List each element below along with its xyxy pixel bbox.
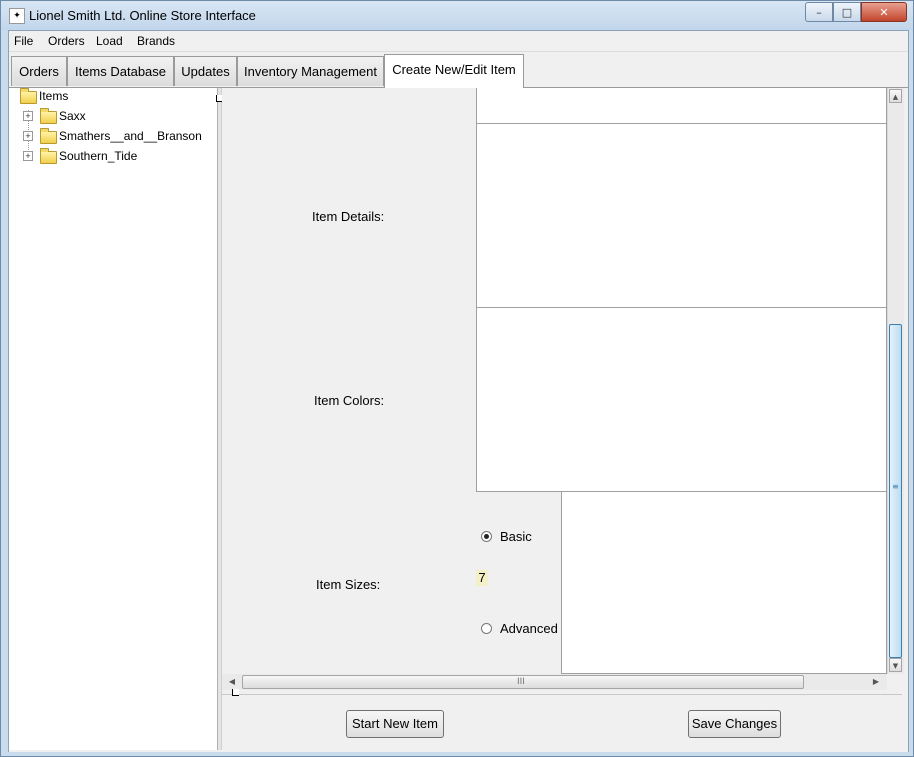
horizontal-splitter-handle[interactable] (232, 689, 239, 696)
menu-orders[interactable]: Orders (48, 34, 85, 48)
tab-inventory-management[interactable]: Inventory Management (237, 56, 384, 86)
horizontal-scroll-thumb[interactable]: III (242, 675, 804, 689)
menu-brands[interactable]: Brands (137, 34, 175, 48)
tree-item-label: Southern_Tide (59, 149, 138, 163)
window-controls: – □ ✕ (805, 2, 907, 22)
item-details-label: Item Details: (312, 209, 385, 224)
tab-items-database[interactable]: Items Database (67, 56, 174, 86)
tab-updates[interactable]: Updates (174, 56, 237, 86)
vertical-scroll-thumb[interactable]: ≡ (889, 324, 902, 658)
scroll-grip-icon: III (517, 677, 525, 687)
tab-create-edit-item[interactable]: Create New/Edit Item (384, 54, 524, 88)
app-window: ✦ Lionel Smith Ltd. Online Store Interfa… (0, 0, 914, 757)
tree-root-label: Items (39, 89, 69, 103)
size-mode-advanced-label[interactable]: Advanced (500, 621, 558, 636)
minimize-button[interactable]: – (805, 2, 833, 22)
form-vertical-scrollbar[interactable]: ▲ ≡ ▼ (887, 88, 904, 674)
folder-icon (40, 128, 57, 144)
form-horizontal-scrollbar[interactable]: ◀ III ▶ (222, 674, 887, 690)
scroll-down-arrow-icon[interactable]: ▼ (889, 658, 902, 672)
tree-item-label: Smathers__and__Branson (59, 129, 202, 143)
tab-panel-create-edit-item: Items + Saxx + Smathers__and__Branson + … (9, 87, 908, 752)
scroll-grip-icon: ≡ (892, 482, 899, 491)
horizontal-splitter[interactable] (222, 694, 902, 695)
size-mode-basic-label[interactable]: Basic (500, 529, 532, 544)
item-form: Item Details: Item Colors: Item Sizes: B… (222, 88, 887, 674)
scroll-up-arrow-icon[interactable]: ▲ (889, 89, 902, 103)
item-details-textarea[interactable] (476, 123, 887, 308)
tab-orders[interactable]: Orders (11, 56, 67, 86)
size-mode-basic-radio[interactable] (481, 531, 492, 542)
window-title: Lionel Smith Ltd. Online Store Interface (29, 8, 256, 23)
expand-icon[interactable]: + (23, 131, 33, 141)
item-field-above[interactable] (476, 88, 887, 124)
maximize-button[interactable]: □ (833, 2, 861, 22)
tree-item-label: Saxx (59, 109, 86, 123)
close-button[interactable]: ✕ (861, 2, 907, 22)
item-sizes-textarea[interactable] (561, 491, 887, 674)
item-colors-textarea[interactable] (476, 307, 887, 492)
folder-icon (40, 148, 57, 164)
item-sizes-label: Item Sizes: (316, 577, 381, 592)
expand-icon[interactable]: + (23, 151, 33, 161)
menu-file[interactable]: File (14, 34, 33, 48)
client-area: File Orders Load Brands Orders Items Dat… (8, 30, 909, 752)
scroll-right-arrow-icon[interactable]: ▶ (869, 675, 883, 689)
title-bar[interactable]: ✦ Lionel Smith Ltd. Online Store Interfa… (1, 1, 913, 30)
size-mode-advanced-radio[interactable] (481, 623, 492, 634)
menu-bar: File Orders Load Brands (9, 31, 908, 52)
folder-icon (20, 88, 37, 104)
item-colors-label: Item Colors: (314, 393, 385, 408)
save-changes-button[interactable]: Save Changes (688, 710, 781, 738)
items-tree: Items + Saxx + Smathers__and__Branson + … (9, 88, 217, 750)
expand-icon[interactable]: + (23, 111, 33, 121)
start-new-item-button[interactable]: Start New Item (346, 710, 444, 738)
menu-load[interactable]: Load (96, 34, 123, 48)
folder-icon (40, 108, 57, 124)
app-icon: ✦ (9, 8, 25, 24)
scroll-left-arrow-icon[interactable]: ◀ (225, 675, 239, 689)
size-count-value: 7 (476, 570, 488, 586)
